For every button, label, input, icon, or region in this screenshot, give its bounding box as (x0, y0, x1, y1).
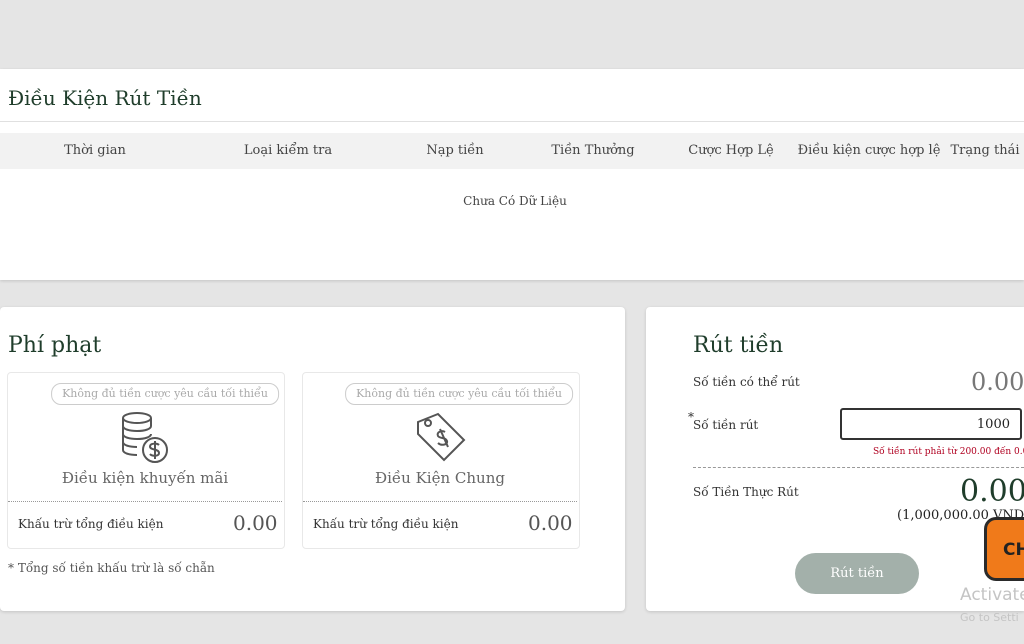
column-header-check-type: Loại kiểm tra (243, 143, 333, 158)
actual-amount-label: Số Tiền Thực Rút (693, 485, 799, 499)
chat-label: CH (1003, 540, 1024, 560)
amount-error-message: Số tiền rút phải từ 200.00 đến 0.00 (873, 447, 1024, 457)
available-amount-label: Số tiền có thể rút (693, 375, 800, 389)
general-deduct-value: 0.00 (528, 511, 573, 535)
promo-condition-name: Điều kiện khuyến mãi (61, 469, 229, 487)
promo-deduct-label: Khấu trừ tổng điều kiện (18, 517, 164, 531)
column-header-time: Thời gian (64, 143, 126, 158)
penalty-title: Phí phạt (8, 333, 102, 358)
card-divider (303, 501, 577, 502)
general-condition-name: Điều Kiện Chung (375, 469, 505, 487)
activate-windows-subtext: Go to Setti (960, 611, 1019, 624)
general-deduct-label: Khấu trừ tổng điều kiện (313, 517, 459, 531)
insufficient-bet-badge: Không đủ tiền cược yêu cầu tối thiểu (345, 383, 573, 405)
actual-amount-value: 0.00 (960, 474, 1024, 509)
conditions-title: Điều Kiện Rút Tiền (8, 86, 202, 110)
coins-dollar-icon (122, 412, 168, 463)
column-header-valid-bet-condition: Điều kiện cược hợp lệ (797, 143, 941, 158)
chat-button[interactable]: CH (984, 517, 1024, 581)
penalty-note: * Tổng số tiền khấu trừ là số chẵn (8, 561, 215, 575)
price-tag-dollar-icon (417, 412, 466, 462)
card-divider (8, 501, 282, 502)
promo-deduct-value: 0.00 (233, 511, 278, 535)
activate-windows-watermark: Activate (960, 585, 1024, 605)
insufficient-bet-badge: Không đủ tiền cược yêu cầu tối thiểu (51, 383, 279, 405)
withdraw-amount-input[interactable] (840, 408, 1022, 440)
withdraw-button[interactable]: Rút tiền (795, 553, 919, 594)
column-header-status: Trạng thái (950, 143, 1020, 158)
divider (0, 121, 1024, 122)
withdraw-title: Rút tiền (693, 333, 784, 358)
empty-table-message: Chưa Có Dữ Liệu (463, 194, 567, 208)
column-header-valid-bet: Cược Hợp Lệ (688, 143, 774, 158)
conditions-table-header: Thời gian Loại kiểm tra Nạp tiền Tiền Th… (0, 133, 1024, 169)
column-header-deposit: Nạp tiền (426, 143, 484, 158)
available-amount-value: 0.00 (971, 368, 1024, 396)
divider (693, 467, 1024, 468)
withdraw-amount-label: Số tiền rút (693, 418, 759, 432)
column-header-bonus: Tiền Thưởng (551, 143, 635, 158)
